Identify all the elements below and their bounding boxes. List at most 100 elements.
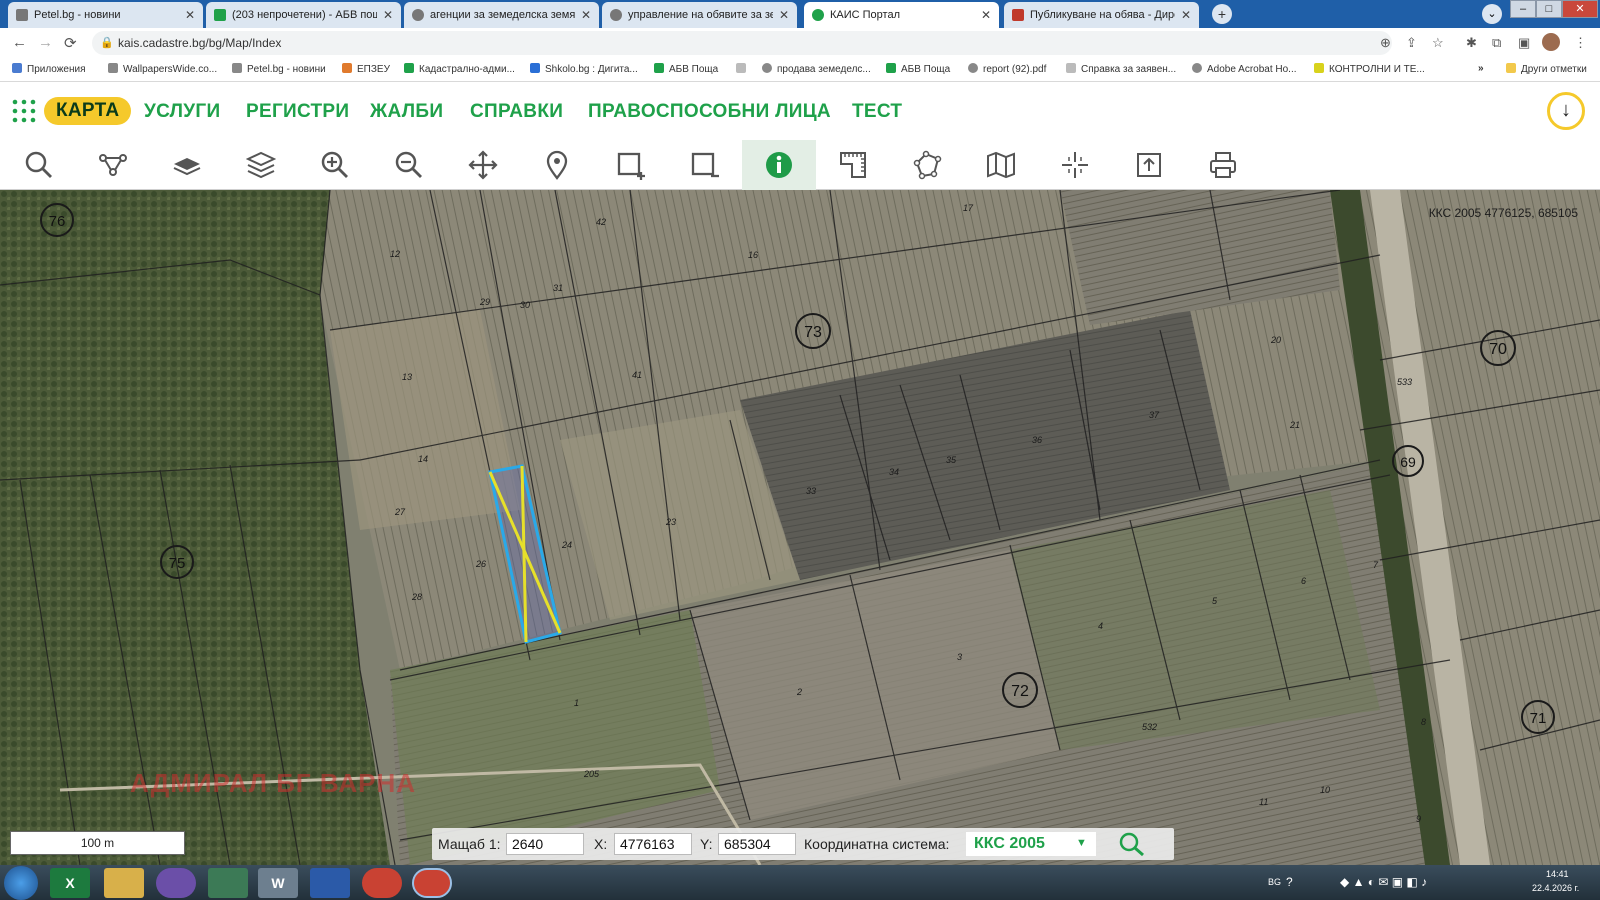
- url-field[interactable]: kais.cadastre.bg/bg/Map/Index: [92, 31, 1392, 55]
- bookmark-item[interactable]: Кадастрално-адми...: [404, 63, 515, 75]
- map-toolbar: [0, 140, 1600, 190]
- clock-date[interactable]: 22.4.2026 г.: [1532, 883, 1579, 893]
- more-menu-icon[interactable]: ⋮: [1574, 35, 1587, 51]
- help-icon[interactable]: ?: [1286, 875, 1293, 889]
- close-window-icon[interactable]: ✕: [1562, 0, 1598, 18]
- tool-measure[interactable]: [816, 140, 890, 190]
- viber-icon[interactable]: [156, 868, 196, 898]
- tool-crosshair[interactable]: [1038, 140, 1112, 190]
- maximize-icon[interactable]: □: [1536, 0, 1562, 18]
- menu-item-pravosposobni-litsa[interactable]: ПРАВОСПОСОБНИ ЛИЦА: [588, 101, 831, 123]
- extension-icon[interactable]: ✱: [1466, 35, 1477, 51]
- y-coordinate-input[interactable]: 685304: [718, 833, 796, 855]
- x-coordinate-input[interactable]: 4776163: [614, 833, 692, 855]
- menu-item-test[interactable]: ТЕСТ: [852, 101, 902, 123]
- tool-layers-stack[interactable]: [224, 140, 298, 190]
- browser-tab-active[interactable]: КАИС Портал ✕: [804, 2, 999, 28]
- menu-item-karta[interactable]: КАРТА: [44, 97, 132, 125]
- word-icon[interactable]: [310, 868, 350, 898]
- tab-close-icon[interactable]: ✕: [383, 8, 393, 22]
- zone-label: 73: [804, 324, 822, 341]
- scale-input[interactable]: 2640: [506, 833, 584, 855]
- chrome-icon[interactable]: [362, 868, 402, 898]
- back-icon[interactable]: ←: [12, 34, 27, 51]
- download-button[interactable]: ↓: [1547, 92, 1585, 130]
- menu-item-uslugi[interactable]: УСЛУГИ: [144, 101, 220, 123]
- chrome-active-icon[interactable]: [412, 868, 452, 898]
- tab-close-icon[interactable]: ✕: [581, 8, 591, 22]
- tab-close-icon[interactable]: ✕: [1181, 8, 1191, 22]
- crosshair-icon: [1062, 152, 1088, 178]
- tool-upload[interactable]: [1112, 140, 1186, 190]
- bookmark-item[interactable]: Справка за заявен...: [1066, 63, 1176, 75]
- menu-item-zhalbi[interactable]: ЖАЛБИ: [370, 101, 443, 123]
- tab-close-icon[interactable]: ✕: [779, 8, 789, 22]
- coordinate-search-icon[interactable]: [1118, 831, 1146, 857]
- reload-icon[interactable]: ⟳: [64, 34, 77, 52]
- tab-search-icon[interactable]: ⌄: [1482, 4, 1502, 24]
- browser-tab[interactable]: агенции за земеделска земя ✕: [404, 2, 599, 28]
- bookmark-item[interactable]: WallpapersWide.co...: [108, 63, 217, 75]
- tab-close-icon[interactable]: ✕: [185, 8, 195, 22]
- menu-item-registri[interactable]: РЕГИСТРИ: [246, 101, 349, 123]
- bookmarks-overflow-icon[interactable]: »: [1478, 63, 1484, 74]
- menu-item-spravki[interactable]: СПРАВКИ: [470, 101, 563, 123]
- zoom-icon[interactable]: ⊕: [1380, 35, 1391, 51]
- tool-layer[interactable]: [150, 140, 224, 190]
- tab-close-icon[interactable]: ✕: [981, 8, 991, 22]
- share-icon[interactable]: ⇪: [1406, 35, 1417, 51]
- bookmarks-bar: Приложения WallpapersWide.co... Petel.bg…: [0, 58, 1600, 82]
- tab-title: Публикуване на обява - Директ: [1030, 9, 1175, 21]
- tool-zoom-box-in[interactable]: [594, 140, 668, 190]
- tool-zoom-out[interactable]: [372, 140, 446, 190]
- apps-menu-icon[interactable]: [12, 99, 36, 123]
- tool-zoom-in[interactable]: [298, 140, 372, 190]
- puzzle-icon[interactable]: ⧉: [1492, 35, 1501, 51]
- profile-avatar[interactable]: [1542, 33, 1560, 51]
- clock-time[interactable]: 14:41: [1546, 869, 1569, 879]
- satellite-map[interactable]: 76 75 73 70 69 72 71 12 30 31 42 16 17 2…: [0, 190, 1600, 865]
- tool-map[interactable]: [964, 140, 1038, 190]
- forward-icon[interactable]: →: [38, 34, 53, 51]
- bookmark-item[interactable]: ЕПЗЕУ: [342, 63, 390, 75]
- excel-icon[interactable]: X: [50, 868, 90, 898]
- zone-label: 76: [49, 213, 66, 230]
- browser-tab[interactable]: (203 непрочетени) - АБВ поща ✕: [206, 2, 401, 28]
- browser-tab[interactable]: Публикуване на обява - Директ ✕: [1004, 2, 1199, 28]
- tool-print[interactable]: [1186, 140, 1260, 190]
- bookmark-item[interactable]: АБВ Поща: [654, 63, 718, 75]
- tool-pan[interactable]: [446, 140, 520, 190]
- tool-zoom-box-out[interactable]: [668, 140, 742, 190]
- minimize-icon[interactable]: –: [1510, 0, 1536, 18]
- app-icon[interactable]: [208, 868, 248, 898]
- tool-polygon[interactable]: [890, 140, 964, 190]
- bookmark-item[interactable]: Petel.bg - новини: [232, 63, 326, 75]
- chevron-down-icon[interactable]: ▼: [1076, 837, 1087, 849]
- language-indicator[interactable]: BG: [1268, 877, 1281, 887]
- bookmark-item[interactable]: АБВ Поща: [886, 63, 950, 75]
- scale-label: Мащаб 1:: [438, 836, 501, 852]
- bookmark-item[interactable]: Adobe Acrobat Ho...: [1192, 63, 1297, 75]
- lock-icon[interactable]: 🔒: [100, 36, 114, 49]
- star-icon[interactable]: ☆: [1432, 35, 1444, 51]
- tool-route[interactable]: [76, 140, 150, 190]
- file-explorer-icon[interactable]: [104, 868, 144, 898]
- other-bookmarks[interactable]: Други отметки: [1506, 63, 1587, 75]
- bookmark-item[interactable]: [736, 63, 751, 75]
- bookmark-item[interactable]: report (92).pdf: [968, 63, 1046, 75]
- new-tab-button[interactable]: +: [1212, 4, 1232, 24]
- bookmark-item[interactable]: продава земеделс...: [762, 63, 871, 75]
- sidepanel-icon[interactable]: ▣: [1518, 35, 1530, 51]
- windows-start-icon[interactable]: [4, 866, 38, 900]
- paint-icon[interactable]: W: [258, 868, 298, 898]
- map-viewport[interactable]: 76 75 73 70 69 72 71 12 30 31 42 16 17 2…: [0, 190, 1600, 865]
- browser-tab[interactable]: Petel.bg - новини ✕: [8, 2, 203, 28]
- tray-icons[interactable]: ◆ ▲ ◐ ✉ ▣ ◧ ♪: [1340, 875, 1427, 889]
- tool-info[interactable]: [742, 140, 816, 190]
- bookmark-item[interactable]: КОНТРОЛНИ И ТЕ...: [1314, 63, 1425, 75]
- bookmark-item[interactable]: Приложения: [12, 63, 86, 75]
- bookmark-item[interactable]: Shkolo.bg : Дигита...: [530, 63, 638, 75]
- browser-tab[interactable]: управление на обявите за земе ✕: [602, 2, 797, 28]
- tool-search[interactable]: [2, 140, 76, 190]
- tool-location[interactable]: [520, 140, 594, 190]
